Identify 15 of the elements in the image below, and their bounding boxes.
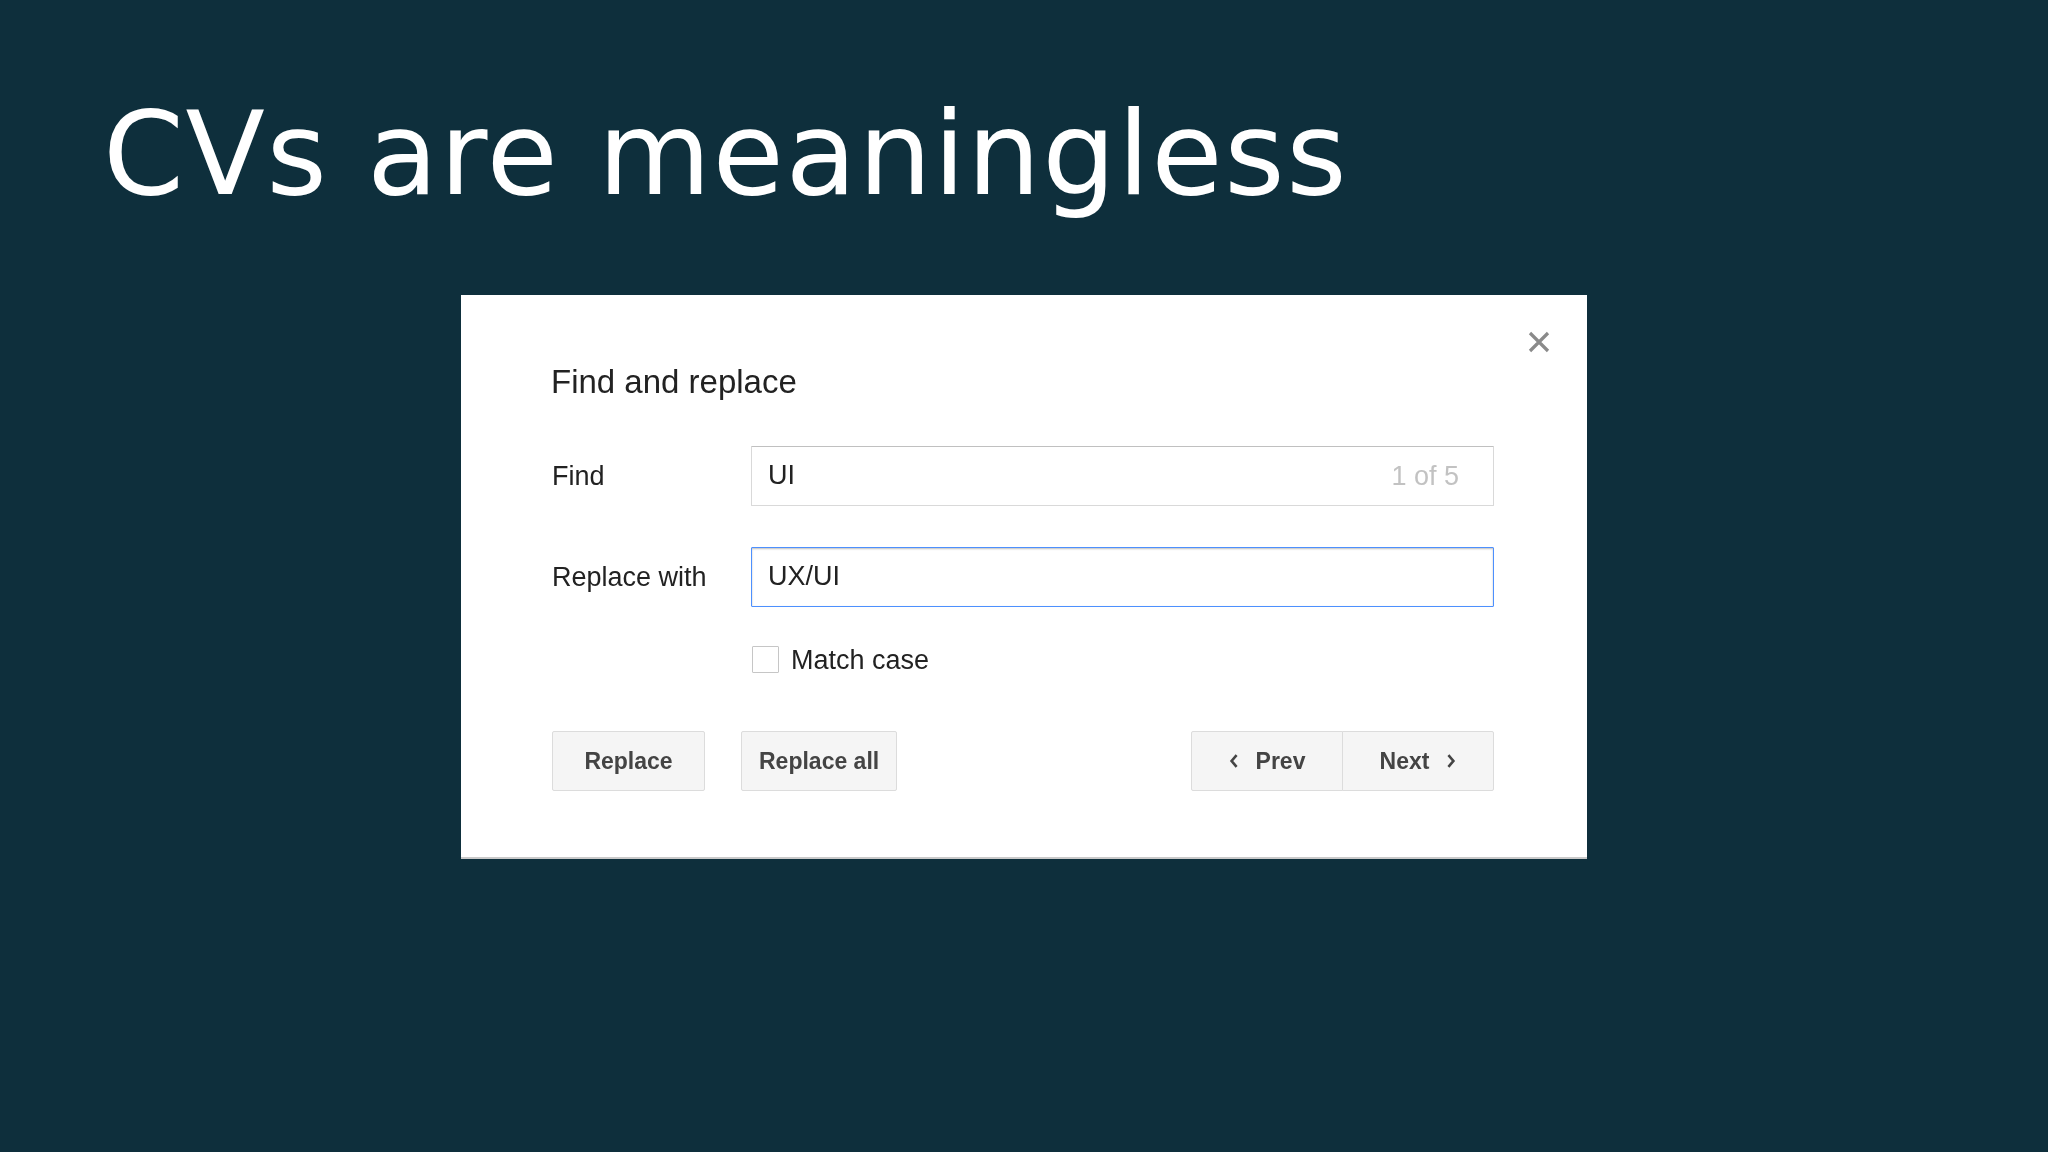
checkbox-label: Match case	[791, 643, 930, 677]
field-label: Replace with	[552, 560, 707, 593]
next-button[interactable]: Next	[1342, 731, 1494, 792]
slide-title: CVs are meaningless	[103, 85, 1349, 223]
previous-button[interactable]: Prev	[1191, 731, 1343, 792]
checkbox[interactable]	[752, 646, 779, 674]
text-field[interactable]: UX/UI	[751, 546, 1494, 607]
dialog-title: Find and replace	[551, 362, 797, 402]
action-button[interactable]: Replace	[552, 731, 705, 792]
close-icon[interactable]	[1528, 331, 1550, 354]
match-count: 1 of 5	[1391, 459, 1459, 492]
chevron-right-icon	[1446, 754, 1457, 769]
action-button[interactable]: Replace all	[741, 731, 898, 792]
chevron-left-icon	[1228, 754, 1239, 769]
field-label: Find	[552, 459, 605, 492]
